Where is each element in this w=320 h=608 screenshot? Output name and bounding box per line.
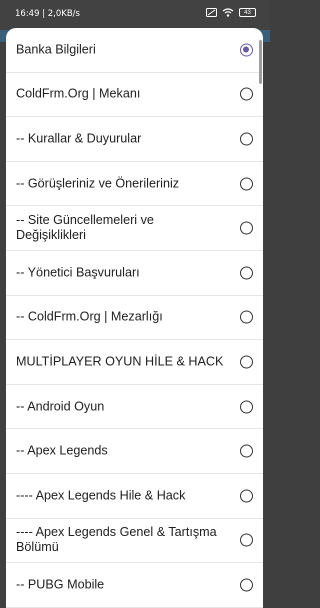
- option-label: -- Yönetici Başvuruları: [16, 265, 140, 280]
- option-item[interactable]: -- PUBG Mobile: [6, 563, 263, 608]
- option-item[interactable]: -- Site Güncellemeleri ve Değişiklikleri: [6, 206, 263, 251]
- radio-unselected-icon[interactable]: [240, 400, 253, 414]
- option-label: Banka Bilgileri: [16, 42, 96, 57]
- option-label: ColdFrm.Org | Mekanı: [16, 86, 141, 101]
- option-label: -- Apex Legends: [16, 443, 108, 458]
- radio-unselected-icon[interactable]: [240, 266, 253, 280]
- radio-unselected-icon[interactable]: [240, 533, 253, 547]
- option-label: -- Görüşleriniz ve Önerileriniz: [16, 176, 180, 191]
- radio-unselected-icon[interactable]: [240, 578, 253, 592]
- option-label: -- Kurallar & Duyurular: [16, 131, 142, 146]
- wifi-icon: [222, 8, 234, 17]
- option-label: ---- Apex Legends Genel & Tartışma Bölüm…: [16, 525, 217, 555]
- radio-unselected-icon[interactable]: [240, 177, 253, 191]
- radio-unselected-icon[interactable]: [240, 310, 253, 324]
- option-item[interactable]: -- ColdFrm.Org | Mezarlığı: [6, 296, 263, 341]
- scrollbar[interactable]: [259, 40, 262, 84]
- radio-unselected-icon[interactable]: [240, 221, 253, 235]
- option-label: MULTİPLAYER OYUN HİLE & HACK: [16, 354, 224, 369]
- status-bar: 16:49 | 2,0KB/s 43: [0, 0, 270, 30]
- option-label: -- PUBG Mobile: [16, 577, 105, 592]
- option-label: -- Site Güncellemeleri ve Değişiklikleri: [16, 213, 154, 243]
- option-item[interactable]: ---- Apex Legends Hile & Hack: [6, 474, 263, 519]
- status-time: 16:49 | 2,0KB/s: [15, 9, 80, 19]
- option-item[interactable]: -- Android Oyun: [6, 385, 263, 430]
- option-item[interactable]: ---- Apex Legends Genel & Tartışma Bölüm…: [6, 519, 263, 564]
- sim-icon: [206, 8, 217, 17]
- option-label: ---- Apex Legends Hile & Hack: [16, 488, 186, 503]
- option-label: -- ColdFrm.Org | Mezarlığı: [16, 309, 163, 324]
- option-item[interactable]: Banka Bilgileri: [6, 28, 263, 73]
- radio-unselected-icon[interactable]: [240, 355, 253, 369]
- option-item[interactable]: -- Kurallar & Duyurular: [6, 117, 263, 162]
- option-item[interactable]: -- Apex Legends: [6, 429, 263, 474]
- radio-selected-icon[interactable]: [240, 43, 253, 57]
- option-item[interactable]: ColdFrm.Org | Mekanı: [6, 73, 263, 118]
- option-label: -- Android Oyun: [16, 399, 105, 414]
- battery-icon: 43: [239, 8, 256, 17]
- status-icons: 43: [206, 8, 256, 17]
- radio-unselected-icon[interactable]: [240, 132, 253, 146]
- category-select-dialog: Banka Bilgileri ColdFrm.Org | Mekanı -- Ku…: [6, 28, 263, 608]
- option-item[interactable]: MULTİPLAYER OYUN HİLE & HACK: [6, 340, 263, 385]
- radio-unselected-icon[interactable]: [240, 87, 253, 101]
- radio-unselected-icon[interactable]: [240, 489, 253, 503]
- option-item[interactable]: -- Yönetici Başvuruları: [6, 251, 263, 296]
- option-item[interactable]: -- Görüşleriniz ve Önerileriniz: [6, 162, 263, 207]
- option-list[interactable]: Banka Bilgileri ColdFrm.Org | Mekanı -- Ku…: [6, 28, 263, 608]
- radio-unselected-icon[interactable]: [240, 444, 253, 458]
